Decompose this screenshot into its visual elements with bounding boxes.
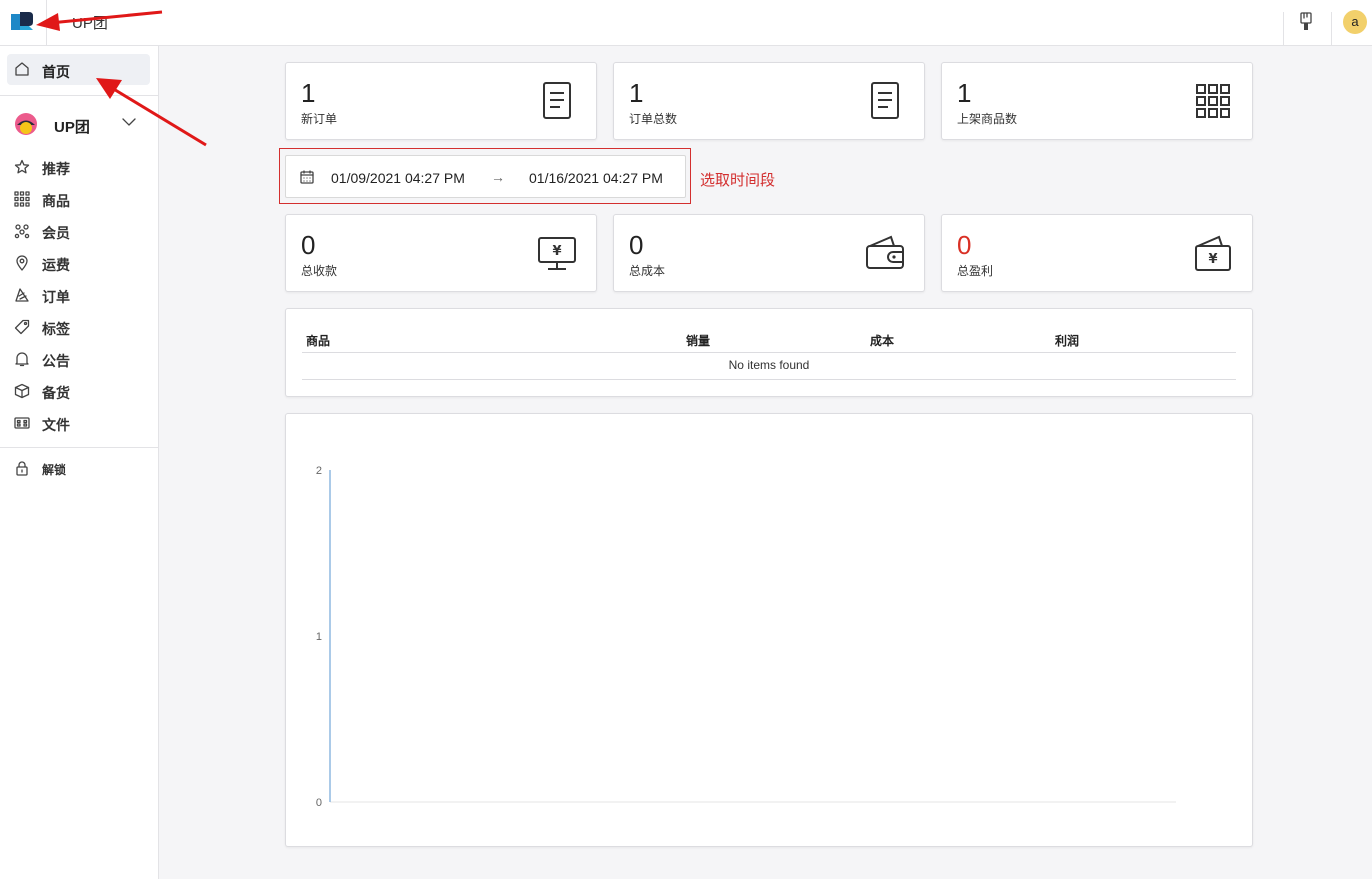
sidebar-item-label: 推荐 — [42, 161, 70, 177]
stat-value: 0 — [301, 230, 316, 260]
sidebar-item-tags[interactable]: 标签 — [0, 312, 158, 342]
grid-icon — [14, 191, 30, 207]
table-footer-divider — [302, 379, 1236, 380]
column-header-cost[interactable]: 成本 — [870, 332, 894, 349]
stat-caption: 总收款 — [301, 264, 338, 278]
sidebar-item-home[interactable]: 首页 — [7, 54, 150, 85]
stat-card-total-cost: 0 总成本 — [613, 214, 925, 292]
date-range-picker[interactable]: 01/09/2021 04:27 PM → 01/16/2021 04:27 P… — [285, 155, 686, 198]
stat-card-new-orders: 1 新订单 — [285, 62, 597, 140]
box-icon — [14, 383, 30, 399]
sidebar-item-files[interactable]: 文件 — [0, 408, 158, 438]
bell-icon — [14, 351, 30, 367]
date-range-annotation: 选取时间段 — [700, 172, 776, 189]
sidebar-item-recommend[interactable]: 推荐 — [0, 152, 158, 182]
stat-value: 0 — [629, 230, 644, 260]
sidebar-item-label: 会员 — [42, 225, 70, 241]
svg-text:¥: ¥ — [1208, 252, 1217, 267]
sales-chart: 2 1 0 — [285, 413, 1253, 847]
top-bar: UP团 a — [0, 0, 1372, 46]
sidebar-item-label: 备货 — [42, 385, 70, 401]
divider — [0, 95, 158, 96]
chevron-down-icon — [122, 117, 136, 127]
sidebar-item-label: 运费 — [42, 257, 70, 273]
empty-table-message: No items found — [728, 358, 810, 372]
svg-text:¥: ¥ — [552, 244, 561, 259]
document-icon — [864, 80, 906, 122]
stat-caption: 新订单 — [301, 112, 338, 126]
order-icon — [14, 287, 30, 303]
sidebar-item-members[interactable]: 会员 — [0, 216, 158, 246]
app-title: UP团 — [72, 15, 108, 32]
stat-caption: 总盈利 — [957, 264, 994, 278]
sidebar-item-stock[interactable]: 备货 — [0, 376, 158, 406]
sales-table: 商品 销量 成本 利润 No items found — [285, 308, 1253, 397]
location-icon — [14, 255, 30, 271]
sidebar-item-products[interactable]: 商品 — [0, 184, 158, 214]
logo-icon[interactable] — [9, 10, 35, 32]
table-header-divider — [302, 352, 1236, 353]
end-date-input[interactable]: 01/16/2021 04:27 PM — [529, 170, 663, 186]
wallet-icon — [864, 232, 906, 274]
sidebar-item-label: 首页 — [42, 64, 70, 80]
sidebar-item-label: 公告 — [42, 353, 70, 369]
divider — [0, 447, 158, 448]
document-icon — [536, 80, 578, 122]
sidebar-item-label: 文件 — [42, 417, 70, 433]
sidebar-item-shipping[interactable]: 运费 — [0, 248, 158, 278]
sidebar-item-label: 商品 — [42, 193, 70, 209]
stat-value: 1 — [301, 78, 316, 108]
y-tick-label: 1 — [316, 631, 322, 643]
star-icon — [14, 159, 30, 175]
column-header-sales[interactable]: 销量 — [686, 332, 710, 349]
wallet-yen-icon: ¥ — [1192, 232, 1234, 274]
y-tick-label: 2 — [316, 465, 322, 477]
logo-divider — [46, 0, 47, 45]
stat-caption: 总成本 — [629, 264, 666, 278]
stat-card-total-received: 0 总收款 ¥ — [285, 214, 597, 292]
sidebar-item-label: 标签 — [42, 321, 70, 337]
start-date-input[interactable]: 01/09/2021 04:27 PM — [331, 170, 465, 186]
column-header-profit[interactable]: 利润 — [1055, 332, 1079, 349]
store-selector[interactable]: UP团 — [0, 106, 158, 140]
column-header-product[interactable]: 商品 — [306, 332, 330, 349]
calendar-icon — [300, 170, 314, 184]
stat-card-total-profit: 0 总盈利 ¥ — [941, 214, 1253, 292]
members-icon — [14, 223, 30, 239]
stat-value: 1 — [629, 78, 644, 108]
sidebar-item-label: 解锁 — [42, 463, 67, 477]
arrow-right-icon: → — [491, 169, 505, 185]
file-icon — [14, 415, 30, 431]
sidebar-item-orders[interactable]: 订单 — [0, 280, 158, 310]
store-name: UP团 — [54, 119, 90, 136]
tag-icon — [14, 319, 30, 335]
y-tick-label: 0 — [316, 797, 322, 809]
stat-value: 1 — [957, 78, 972, 108]
sidebar: 首页 UP团 推荐 商品 会员 运费 订单 标签 公告 备货 文件 解锁 — [0, 46, 159, 879]
stat-caption: 订单总数 — [629, 112, 678, 126]
chart-canvas: 2 1 0 — [316, 465, 1176, 809]
stat-card-listed-products: 1 上架商品数 — [941, 62, 1253, 140]
header-divider — [1283, 12, 1284, 45]
store-logo — [14, 112, 38, 136]
stat-caption: 上架商品数 — [957, 112, 1018, 126]
avatar[interactable]: a — [1343, 10, 1367, 34]
monitor-yen-icon: ¥ — [536, 232, 578, 274]
lock-icon — [14, 460, 30, 476]
sidebar-item-label: 订单 — [42, 289, 70, 305]
brush-icon[interactable] — [1298, 12, 1314, 32]
home-icon — [14, 61, 30, 77]
header-divider — [1331, 12, 1332, 45]
stat-card-total-orders: 1 订单总数 — [613, 62, 925, 140]
sidebar-item-unlock[interactable]: 解锁 — [0, 453, 158, 483]
grid-icon — [1192, 80, 1234, 122]
sidebar-item-announcements[interactable]: 公告 — [0, 344, 158, 374]
stat-value: 0 — [957, 230, 972, 260]
